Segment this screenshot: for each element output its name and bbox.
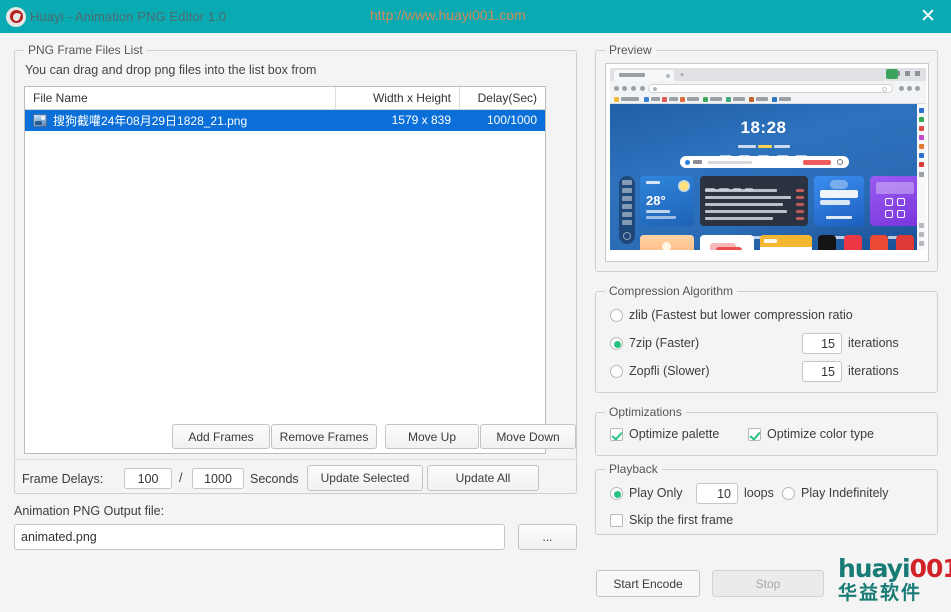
png-frame-files-legend: PNG Frame Files List [24,43,147,57]
optimizations-group: Optimizations Optimize palette Optimize … [595,412,938,456]
watermark-brand: huayi [838,554,910,583]
optimizations-legend: Optimizations [605,405,686,419]
watermark-chinese: 华益软件 [838,582,948,604]
table-row[interactable]: 搜狗截嚾24年08月29日1828_21.png 1579 x 839 100/… [25,110,545,131]
column-header-delay[interactable]: Delay(Sec) [459,87,545,110]
radio-play-only[interactable] [610,487,623,500]
browse-output-button[interactable]: ... [518,524,577,550]
iterations-zopfli-label: iterations [848,364,899,378]
seconds-label: Seconds [250,472,299,486]
png-file-icon [33,114,47,127]
preview-group: Preview + [595,50,938,272]
start-encode-button[interactable]: Start Encode [596,570,700,597]
optimize-color-type-label[interactable]: Optimize color type [767,427,874,441]
move-down-button[interactable]: Move Down [480,424,576,449]
app-logo-icon [6,7,26,27]
play-only-label[interactable]: Play Only [629,486,683,500]
website-url-label: http://www.huayi001.com [370,7,526,23]
loops-input[interactable] [696,483,738,504]
radio-7zip-label[interactable]: 7zip (Faster) [629,336,699,350]
loops-label: loops [744,486,774,500]
output-file-input[interactable] [14,524,505,550]
row-delay: 100/1000 [459,110,545,131]
remove-frames-button[interactable]: Remove Frames [271,424,377,449]
listbox-header: File Name Width x Height Delay(Sec) [25,87,545,110]
delay-separator: / [179,471,182,485]
iterations-zopfli-input[interactable] [802,361,842,382]
radio-play-indefinitely[interactable] [782,487,795,500]
close-icon[interactable]: ✕ [905,0,951,33]
update-all-button[interactable]: Update All [427,465,539,491]
row-dimensions: 1579 x 839 [335,110,459,131]
app-window: Huayi - Animation PNG Editor 1.0 http://… [0,0,951,612]
preview-frame: + [605,63,929,262]
column-header-file-name[interactable]: File Name [25,91,335,105]
preview-side-dock [619,176,635,244]
huayi-watermark: huayi001 华益软件 [838,556,948,606]
checkbox-optimize-palette[interactable] [610,428,623,441]
checkbox-optimize-color-type[interactable] [748,428,761,441]
iterations-7zip-input[interactable] [802,333,842,354]
radio-zopfli[interactable] [610,365,623,378]
watermark-brand-suffix: 001 [910,554,951,583]
frame-delay-numerator-input[interactable] [124,468,172,489]
add-frames-button[interactable]: Add Frames [172,424,270,449]
preview-image: + [610,68,926,250]
row-file-name: 搜狗截嚾24年08月29日1828_21.png [53,112,247,129]
radio-zopfli-label[interactable]: Zopfli (Slower) [629,364,710,378]
playback-group: Playback Play Only loops Play Indefinite… [595,469,938,535]
column-header-width-height[interactable]: Width x Height [335,87,459,110]
iterations-7zip-label: iterations [848,336,899,350]
frame-files-listbox[interactable]: File Name Width x Height Delay(Sec) 搜狗截嚾… [24,86,546,454]
preview-legend: Preview [605,43,656,57]
window-title: Huayi - Animation PNG Editor 1.0 [30,9,226,24]
checkbox-skip-first-frame[interactable] [610,514,623,527]
radio-7zip[interactable] [610,337,623,350]
radio-zlib-label[interactable]: zlib (Fastest but lower compression rati… [629,308,853,322]
output-file-label: Animation PNG Output file: [14,504,164,518]
playback-legend: Playback [605,462,662,476]
skip-first-frame-label[interactable]: Skip the first frame [629,513,733,527]
stop-button[interactable]: Stop [712,570,824,597]
move-up-button[interactable]: Move Up [385,424,479,449]
compression-legend: Compression Algorithm [605,284,737,298]
play-indefinitely-label[interactable]: Play Indefinitely [801,486,889,500]
frame-delays-label: Frame Delays: [22,472,103,486]
title-bar: Huayi - Animation PNG Editor 1.0 http://… [0,0,951,33]
frame-delay-denominator-input[interactable] [192,468,244,489]
compression-algorithm-group: Compression Algorithm zlib (Fastest but … [595,291,938,393]
radio-zlib[interactable] [610,309,623,322]
update-selected-button[interactable]: Update Selected [307,465,423,491]
divider [14,459,577,460]
preview-clock: 18:28 [610,118,917,138]
drag-drop-hint: You can drag and drop png files into the… [25,63,316,77]
optimize-palette-label[interactable]: Optimize palette [629,427,719,441]
